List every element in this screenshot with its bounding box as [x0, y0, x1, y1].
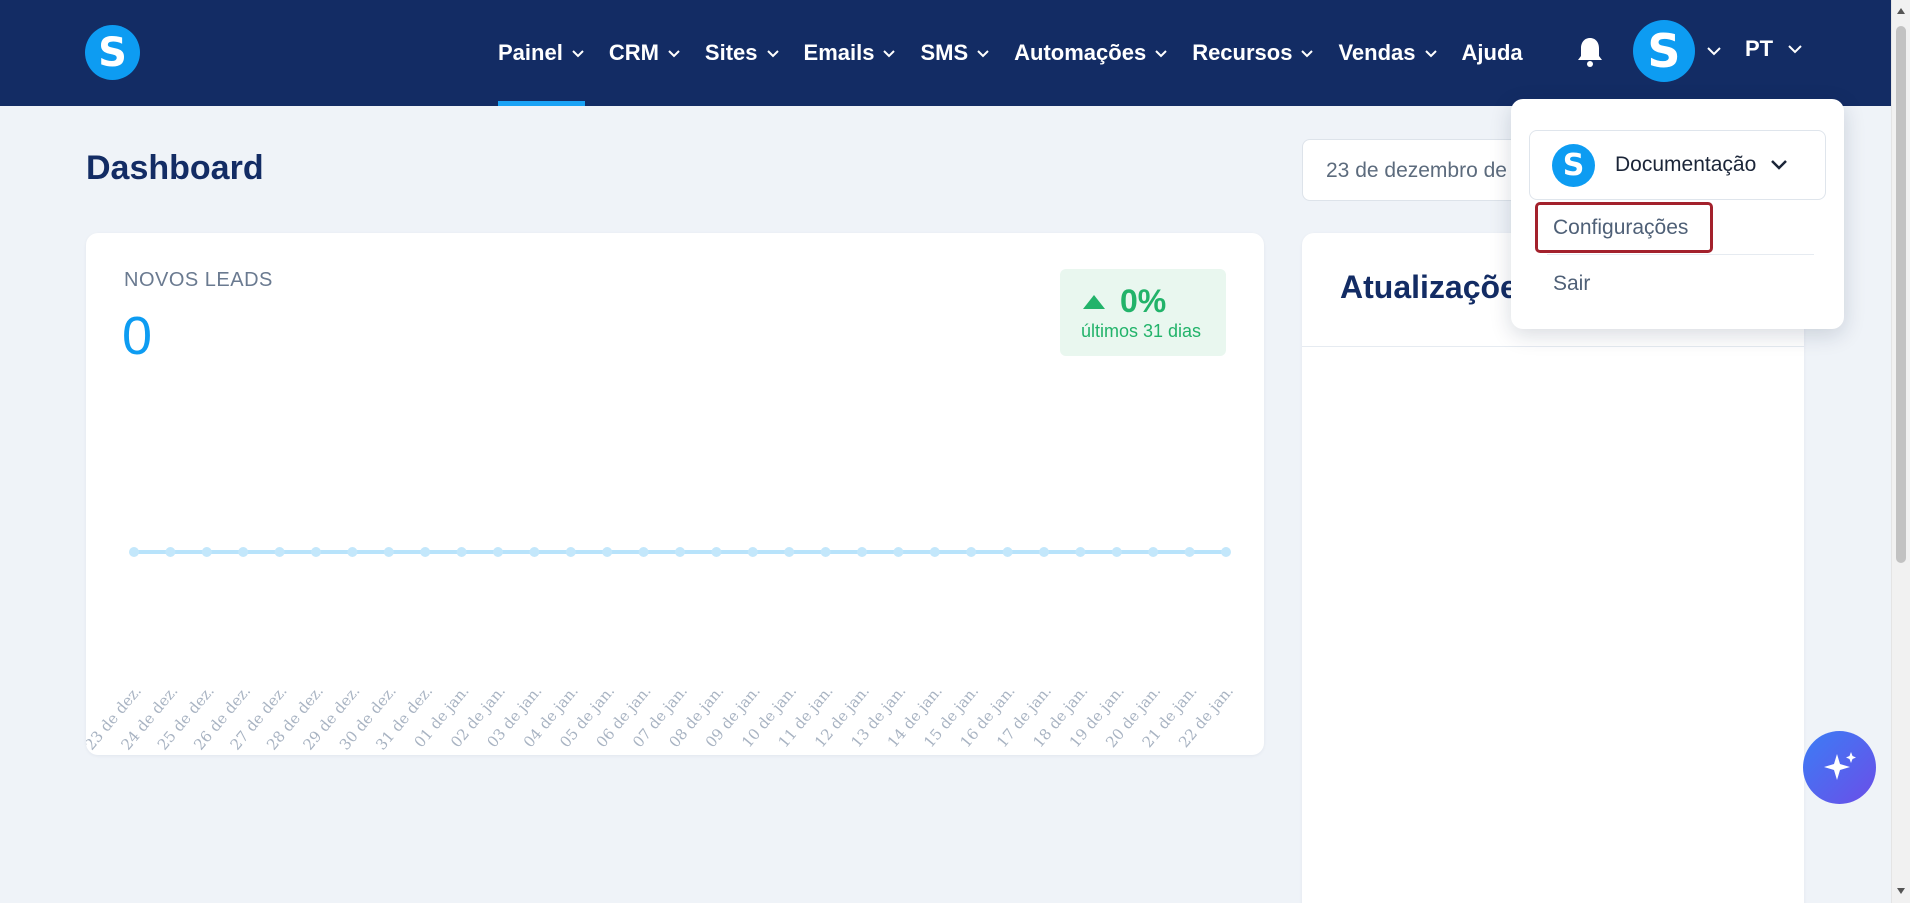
chevron-down-icon: [883, 50, 896, 58]
data-point[interactable]: [784, 547, 795, 557]
menu-item-configuracoes[interactable]: Configurações: [1535, 202, 1713, 253]
nav-item-emails[interactable]: Emails: [804, 0, 897, 106]
nav-item-label: SMS: [920, 40, 969, 65]
divider: [1302, 346, 1804, 347]
vertical-scrollbar[interactable]: [1891, 0, 1910, 903]
data-point[interactable]: [1002, 547, 1013, 557]
data-point[interactable]: [1221, 547, 1231, 557]
data-point[interactable]: [165, 547, 176, 557]
nav-item-label: Ajuda: [1461, 40, 1523, 65]
data-point[interactable]: [675, 547, 685, 557]
chevron-down-icon: [977, 50, 989, 58]
chevron-down-icon[interactable]: [1706, 44, 1722, 58]
chevron-down-icon: [766, 50, 779, 58]
data-point[interactable]: [201, 547, 212, 557]
nav-item-sites[interactable]: Sites: [705, 0, 780, 106]
data-point[interactable]: [238, 547, 249, 557]
divider: [1547, 254, 1814, 255]
nav-item-recursos[interactable]: Recursos: [1192, 0, 1314, 106]
data-point[interactable]: [274, 547, 285, 557]
main-nav: Painel CRM Sites Emails SMS Automações R…: [498, 0, 1547, 106]
data-point[interactable]: [1111, 547, 1122, 557]
account-dropdown-menu: S Documentação Configurações Sair: [1511, 99, 1844, 329]
sparkle-icon: [1823, 751, 1856, 780]
language-label: PT: [1745, 36, 1774, 61]
nav-item-label: Painel: [498, 40, 563, 65]
nav-item-automacoes[interactable]: Automações: [1014, 0, 1168, 106]
menu-item-sair[interactable]: Sair: [1553, 272, 1590, 296]
data-point[interactable]: [383, 547, 394, 557]
chevron-down-icon: [1788, 45, 1802, 54]
data-point[interactable]: [456, 547, 467, 557]
data-point[interactable]: [493, 547, 503, 557]
chevron-down-icon: [1155, 50, 1167, 58]
top-navbar: S Painel CRM Sites Emails SMS Automações…: [0, 0, 1891, 106]
data-point[interactable]: [747, 547, 758, 557]
chevron-down-icon: [1301, 50, 1314, 58]
user-avatar[interactable]: S: [1633, 20, 1695, 82]
data-point[interactable]: [638, 547, 649, 557]
app-logo[interactable]: S: [85, 25, 140, 80]
scroll-up-arrow-icon[interactable]: [1896, 7, 1906, 15]
nav-item-painel[interactable]: Painel: [498, 0, 585, 106]
data-point[interactable]: [1184, 547, 1195, 557]
language-selector[interactable]: PT: [1745, 36, 1803, 62]
new-leads-card: NOVOS LEADS 0 0% últimos 31 dias 23 de d…: [86, 233, 1264, 755]
nav-item-label: Vendas: [1338, 40, 1416, 65]
data-point[interactable]: [857, 547, 867, 557]
bell-icon[interactable]: [1576, 36, 1604, 68]
nav-item-label: Automações: [1014, 40, 1147, 65]
updates-card: Atualizações: [1302, 233, 1804, 903]
account-logo: S: [1552, 143, 1595, 187]
data-point[interactable]: [420, 547, 431, 557]
nav-item-label: Emails: [803, 40, 875, 65]
nav-item-ajuda[interactable]: Ajuda: [1462, 0, 1523, 106]
data-point[interactable]: [1039, 547, 1049, 557]
chevron-down-icon: [668, 50, 680, 58]
data-point[interactable]: [1075, 547, 1086, 557]
account-switcher[interactable]: S Documentação: [1529, 130, 1826, 200]
data-point[interactable]: [820, 547, 831, 557]
data-point[interactable]: [966, 547, 977, 557]
page-title: Dashboard: [86, 149, 264, 187]
data-point[interactable]: [565, 547, 576, 557]
data-point[interactable]: [311, 547, 321, 557]
data-point[interactable]: [711, 547, 722, 557]
data-point[interactable]: [529, 547, 540, 557]
nav-item-label: CRM: [608, 40, 659, 65]
leads-line-chart: 23 de dez.24 de dez.25 de dez.26 de dez.…: [86, 547, 1237, 754]
account-name: Documentação: [1615, 153, 1757, 176]
data-point[interactable]: [129, 547, 139, 557]
ai-assistant-button[interactable]: [1803, 731, 1876, 804]
nav-item-label: Recursos: [1192, 40, 1293, 65]
chevron-down-icon: [1424, 50, 1437, 58]
scrollbar-thumb[interactable]: [1896, 26, 1906, 563]
updates-title: Atualizações: [1340, 269, 1536, 305]
nav-item-label: Sites: [704, 40, 758, 65]
scroll-down-arrow-icon[interactable]: [1896, 887, 1906, 895]
chevron-down-icon: [572, 50, 584, 58]
data-point[interactable]: [1148, 547, 1159, 557]
nav-item-crm[interactable]: CRM: [609, 0, 681, 106]
nav-item-vendas[interactable]: Vendas: [1338, 0, 1437, 106]
data-point[interactable]: [929, 547, 940, 557]
data-point[interactable]: [602, 547, 613, 557]
data-point[interactable]: [347, 547, 358, 557]
nav-item-sms[interactable]: SMS: [920, 0, 990, 106]
chevron-down-icon: [1771, 160, 1788, 170]
data-point[interactable]: [893, 547, 904, 557]
